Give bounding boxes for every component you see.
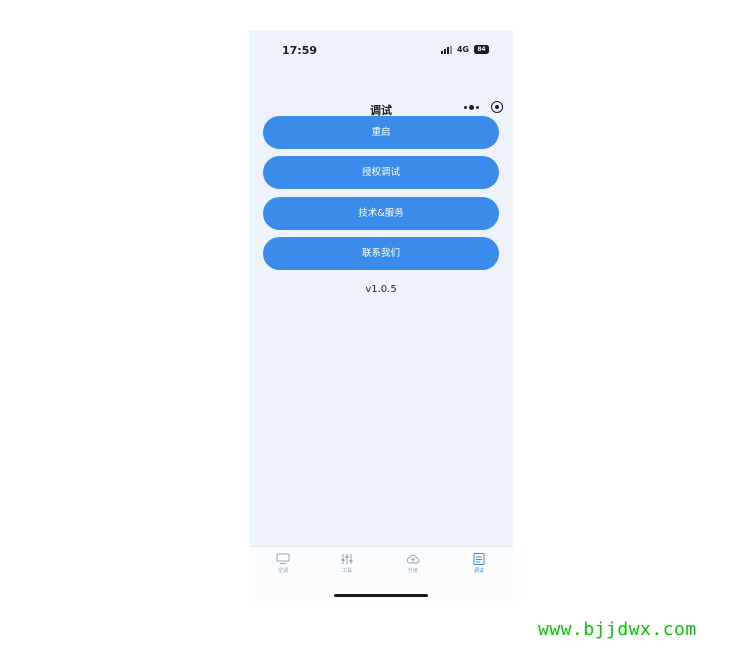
cloud-upload-icon xyxy=(406,554,420,564)
tab-label: 升级 xyxy=(407,568,418,574)
mini-program-capsule xyxy=(464,100,503,114)
authorize-debug-button[interactable]: 授权调试 xyxy=(263,156,499,189)
status-time: 17:59 xyxy=(282,44,318,57)
more-dots-icon[interactable] xyxy=(464,100,479,114)
tech-service-button[interactable]: 技术&服务 xyxy=(263,197,499,230)
contact-us-button[interactable]: 联系我们 xyxy=(263,237,499,270)
tab-bar: 空调 工具 升级 调试 xyxy=(249,546,513,606)
watermark-text: www.bjjdwx.com xyxy=(538,619,697,640)
restart-button[interactable]: 重启 xyxy=(263,116,499,149)
close-circle-icon[interactable] xyxy=(491,101,503,113)
debug-icon xyxy=(473,553,485,565)
battery-icon: 84 xyxy=(474,45,489,54)
status-indicators: 4G 84 xyxy=(440,45,489,54)
signal-bars-icon xyxy=(440,45,452,54)
network-label: 4G xyxy=(456,45,469,54)
tab-debug[interactable]: 调试 xyxy=(459,553,499,574)
sliders-icon xyxy=(341,554,353,564)
tab-label: 工具 xyxy=(341,568,352,574)
monitor-icon xyxy=(276,553,290,564)
page: 17:59 4G 84 调试 重启 授权调试 技术&服务 联系我们 v1.0.5 xyxy=(0,0,740,648)
tab-label: 调试 xyxy=(473,568,484,574)
tab-tools[interactable]: 工具 xyxy=(327,553,367,574)
phone-screen: 17:59 4G 84 调试 重启 授权调试 技术&服务 联系我们 v1.0.5 xyxy=(249,30,513,606)
tab-upgrade[interactable]: 升级 xyxy=(393,553,433,574)
tab-label: 空调 xyxy=(277,568,288,574)
status-bar: 17:59 4G 84 xyxy=(249,30,513,70)
version-label: v1.0.5 xyxy=(365,284,397,295)
home-indicator xyxy=(334,594,428,597)
tab-aircon[interactable]: 空调 xyxy=(263,553,303,574)
